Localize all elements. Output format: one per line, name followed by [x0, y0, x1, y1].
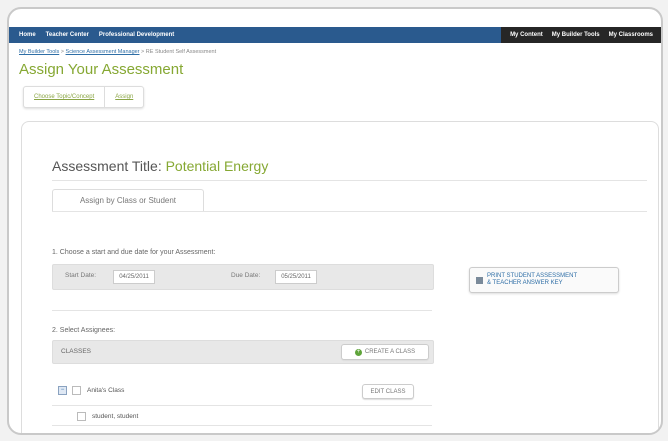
nav-teacher-center-link[interactable]: Teacher Center: [46, 32, 89, 38]
breadcrumb: My Builder Tools > Science Assessment Ma…: [19, 49, 216, 55]
title-divider: [52, 180, 647, 181]
assessment-title: Assessment Title: Potential Energy: [52, 158, 268, 174]
classes-header-bar: CLASSES + CREATE A CLASS: [52, 340, 434, 364]
nav-my-content-link[interactable]: My Content: [510, 32, 543, 38]
step-assign-link[interactable]: Assign: [105, 87, 143, 107]
print-assessment-button[interactable]: PRINT STUDENT ASSESSMENT & TEACHER ANSWE…: [469, 267, 619, 293]
nav-professional-development-link[interactable]: Professional Development: [99, 32, 174, 38]
assignees-instruction: 2. Select Assignees:: [52, 327, 116, 334]
class-name: Anita's Class: [87, 387, 125, 394]
due-date-input[interactable]: 05/25/2011: [275, 270, 317, 284]
print-button-line2: & TEACHER ANSWER KEY: [487, 280, 563, 286]
step-tabs: Choose Topic/Concept Assign: [23, 86, 145, 108]
collapse-icon[interactable]: −: [58, 386, 67, 395]
browser-frame: Home Teacher Center Professional Develop…: [7, 7, 663, 435]
breadcrumb-assessment-manager-link[interactable]: Science Assessment Manager: [66, 49, 140, 55]
classes-header: CLASSES: [61, 348, 91, 355]
create-class-label: CREATE A CLASS: [364, 349, 416, 355]
breadcrumb-builder-tools-link[interactable]: My Builder Tools: [19, 49, 59, 55]
plus-icon: +: [354, 348, 362, 356]
dates-instruction: 1. Choose a start and due date for your …: [52, 249, 216, 256]
section-divider: [52, 310, 432, 311]
assessment-title-value: Potential Energy: [165, 158, 269, 174]
due-date-label: Due Date:: [231, 272, 261, 279]
step-choose-topic-link[interactable]: Choose Topic/Concept: [24, 87, 104, 107]
student-name: student, student: [92, 413, 139, 420]
assign-panel: Assessment Title: Potential Energy Assig…: [21, 121, 659, 433]
row-divider: [52, 405, 432, 406]
class-row: − Anita's Class: [58, 386, 124, 395]
primary-nav: Home Teacher Center Professional Develop…: [9, 32, 174, 38]
edit-class-button[interactable]: EDIT CLASS: [362, 384, 414, 399]
breadcrumb-current: RE Student Self Assessment: [145, 49, 217, 55]
start-date-label: Start Date:: [65, 272, 97, 279]
class-checkbox[interactable]: [72, 386, 81, 395]
date-bar: Start Date: 04/25/2011 Due Date: 05/25/2…: [52, 264, 434, 290]
student-row: student, student: [77, 412, 138, 421]
nav-home-link[interactable]: Home: [19, 32, 36, 38]
start-date-input[interactable]: 04/25/2011: [113, 270, 155, 284]
tab-underline: [52, 211, 647, 212]
tab-assign-by-class[interactable]: Assign by Class or Student: [52, 189, 204, 212]
print-button-label: PRINT STUDENT ASSESSMENT & TEACHER ANSWE…: [487, 273, 577, 287]
top-navigation-bar: Home Teacher Center Professional Develop…: [9, 27, 661, 43]
student-checkbox[interactable]: [77, 412, 86, 421]
print-button-line1: PRINT STUDENT ASSESSMENT: [487, 273, 578, 279]
printer-icon: [476, 276, 483, 284]
nav-my-classrooms-link[interactable]: My Classrooms: [609, 32, 653, 38]
row-divider: [52, 425, 432, 426]
create-class-button[interactable]: + CREATE A CLASS: [341, 344, 429, 360]
assessment-title-label: Assessment Title:: [52, 158, 162, 174]
user-nav: My Content My Builder Tools My Classroom…: [501, 27, 661, 43]
page-title: Assign Your Assessment: [19, 61, 184, 78]
nav-my-builder-tools-link[interactable]: My Builder Tools: [552, 32, 600, 38]
